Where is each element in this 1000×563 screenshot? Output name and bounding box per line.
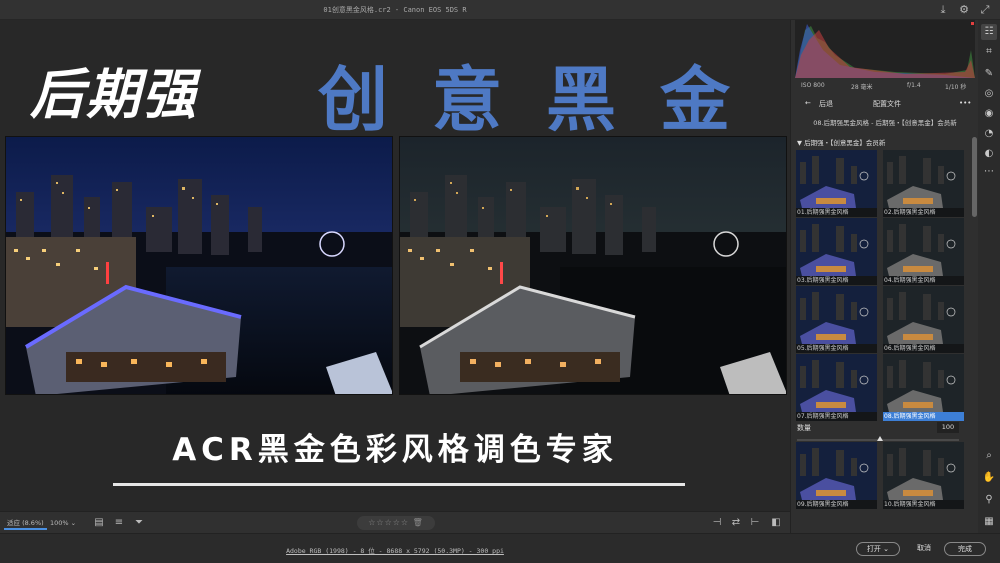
swap-icon[interactable]: ⇄ [729,516,743,530]
preset-thumb[interactable]: 09.后期强黑金风格 [796,442,877,509]
subtitle-text: ACR黑金色彩风格调色专家 [172,432,618,468]
preset-label: 02.后期强黑金风格 [883,208,964,217]
filmstrip-icon[interactable]: ▤ [92,516,106,530]
preset-label: 10.后期强黑金风格 [883,500,964,509]
preset-label: 01.后期强黑金风格 [796,208,877,217]
bottom-toolbar: 适应 (8.6%) 100% ⌄ ▤ ≡ ⏷ ☆☆☆☆☆ 🗑 ⊣ ⇄ ⊢ ◧ [0,511,790,533]
aperture-value: f/1.4 [907,82,921,89]
panel-title: 配置文件 [873,100,901,108]
zoom-fit-button[interactable]: 适应 (8.6%) [4,516,47,530]
preset-thumb[interactable]: 07.后期强黑金风格 [796,354,877,421]
sort-icon[interactable]: ≡ [112,516,126,530]
zoom-select[interactable]: 100% ⌄ [50,516,82,530]
more-tools-icon[interactable]: ⋯ [981,164,997,180]
star-rating[interactable]: ☆☆☆☆☆ [368,518,409,527]
camera-raw-window: 01创意黑金风格.cr2 - Canon EOS 5DS R ⤓ ⚙ ⤢ 后期强… [0,0,1000,563]
redeye-icon[interactable]: ◉ [981,106,997,122]
fullscreen-icon[interactable]: ⤢ [978,3,992,17]
crop-icon[interactable]: ⌗ [981,44,997,60]
open-button[interactable]: 打开 ⌄ [856,542,900,556]
preset-label: 06.后期强黑金风格 [883,344,964,353]
trash-icon[interactable]: 🗑 [413,518,424,527]
open-button-label: 打开 [866,545,881,553]
amount-label: 数量 [797,424,811,432]
brand-logo: 后期强 [30,63,198,126]
edit-panel: ISO 800 28 毫米 f/1.4 1/10 秒 ← 后退 配置文件 •••… [790,20,978,533]
before-photo [5,136,393,395]
before-after-icon[interactable]: ⊣ [710,516,724,530]
copy-settings-icon[interactable]: ⊢ [748,516,762,530]
profile-browser-header: ← 后退 配置文件 ••• [791,96,978,112]
zoom-value: 100% [50,519,69,527]
heal-icon[interactable]: ✎ [981,66,997,82]
zoom-icon[interactable]: ⌕ [981,448,997,464]
preset-thumb-image [796,442,877,500]
preset-thumb-image [883,354,964,412]
iso-value: ISO 800 [801,82,825,89]
preset-thumb[interactable]: 01.后期强黑金风格 [796,150,877,217]
grid-icon[interactable]: ▦ [981,514,997,530]
preset-label: 04.后期强黑金风格 [883,276,964,285]
preset-thumb-image [796,218,877,276]
preset-label: 07.后期强黑金风格 [796,412,877,421]
preset-thumb[interactable]: 06.后期强黑金风格 [883,286,964,353]
preset-thumb-image [883,442,964,500]
preset-thumb[interactable]: 04.后期强黑金风格 [883,218,964,285]
color-sampler-icon[interactable]: ⚲ [981,492,997,508]
tool-strip: ☷ ⌗ ✎ ◎ ◉ ◔ ◐ ⋯ ⌕ ✋ ⚲ ▦ [978,20,1000,533]
preset-label: 05.后期强黑金风格 [796,344,877,353]
chevron-down-icon[interactable]: ⌄ [883,545,889,553]
gear-icon[interactable]: ⚙ [957,3,971,17]
camera-info: ISO 800 28 毫米 f/1.4 1/10 秒 [795,82,975,92]
preset-thumb[interactable]: 02.后期强黑金风格 [883,150,964,217]
rating-bar[interactable]: ☆☆☆☆☆ 🗑 [357,516,435,530]
preset-thumb-image [796,354,877,412]
mask-icon[interactable]: ◎ [981,86,997,102]
preset-thumb[interactable]: 10.后期强黑金风格 [883,442,964,509]
snapshot-icon[interactable]: ◔ [981,126,997,142]
panel-scrollbar[interactable] [972,137,977,217]
window-title: 01创意黑金风格.cr2 - Canon EOS 5DS R [323,6,467,14]
preset-thumb-image [883,218,964,276]
preset-thumb-image [883,150,964,208]
preset-thumb-image [883,286,964,344]
subtitle-underline [113,483,685,486]
preset-label: 09.后期强黑金风格 [796,500,877,509]
shutter-speed: 1/10 秒 [945,84,967,91]
hand-icon[interactable]: ✋ [981,470,997,486]
preset-group-header[interactable]: ▼ 后期强・【创意黑金】会员新 [797,137,885,147]
preview-canvas: 后期强 创意黑金 ACR黑金色彩风格调色专家 [0,20,790,511]
preset-thumb-image [796,286,877,344]
preset-thumb-selected[interactable]: 08.后期强黑金风格 [883,354,964,421]
focal-length: 28 毫米 [851,84,873,91]
amount-input[interactable]: 100 [937,422,959,433]
back-arrow-icon[interactable]: ← [805,99,811,107]
preset-label: 08.后期强黑金风格 [883,412,964,421]
title-bar: 01创意黑金风格.cr2 - Canon EOS 5DS R ⤓ ⚙ ⤢ [0,0,1000,20]
back-button[interactable]: 后退 [819,99,833,109]
after-photo [399,136,787,395]
preset-thumb[interactable]: 05.后期强黑金风格 [796,286,877,353]
headline-title: 创意黑金 [318,59,774,141]
edit-icon[interactable]: ☷ [981,24,997,40]
amount-slider-handle[interactable] [877,436,883,441]
breadcrumb: 08.后期强黑金风格 - 后期强・【创意黑金】会员新 [813,119,957,127]
workflow-options-link[interactable]: Adobe RGB (1998) - 8 位 - 8688 x 5792 (50… [0,545,790,555]
split-view-icon[interactable]: ◧ [769,516,783,530]
preset-thumb-image [796,150,877,208]
done-button[interactable]: 完成 [944,542,986,556]
filter-icon[interactable]: ⏷ [132,516,146,530]
more-options-icon[interactable]: ••• [959,99,971,107]
presets-icon[interactable]: ◐ [981,146,997,162]
preset-label: 03.后期强黑金风格 [796,276,877,285]
histogram [795,20,975,78]
cancel-button[interactable]: 取消 [917,543,931,553]
status-bar: Adobe RGB (1998) - 8 位 - 8688 x 5792 (50… [0,533,1000,563]
export-icon[interactable]: ⤓ [936,3,950,17]
amount-control: 数量 100 [795,422,965,448]
chevron-down-icon: ⌄ [70,519,77,527]
preset-thumb[interactable]: 03.后期强黑金风格 [796,218,877,285]
